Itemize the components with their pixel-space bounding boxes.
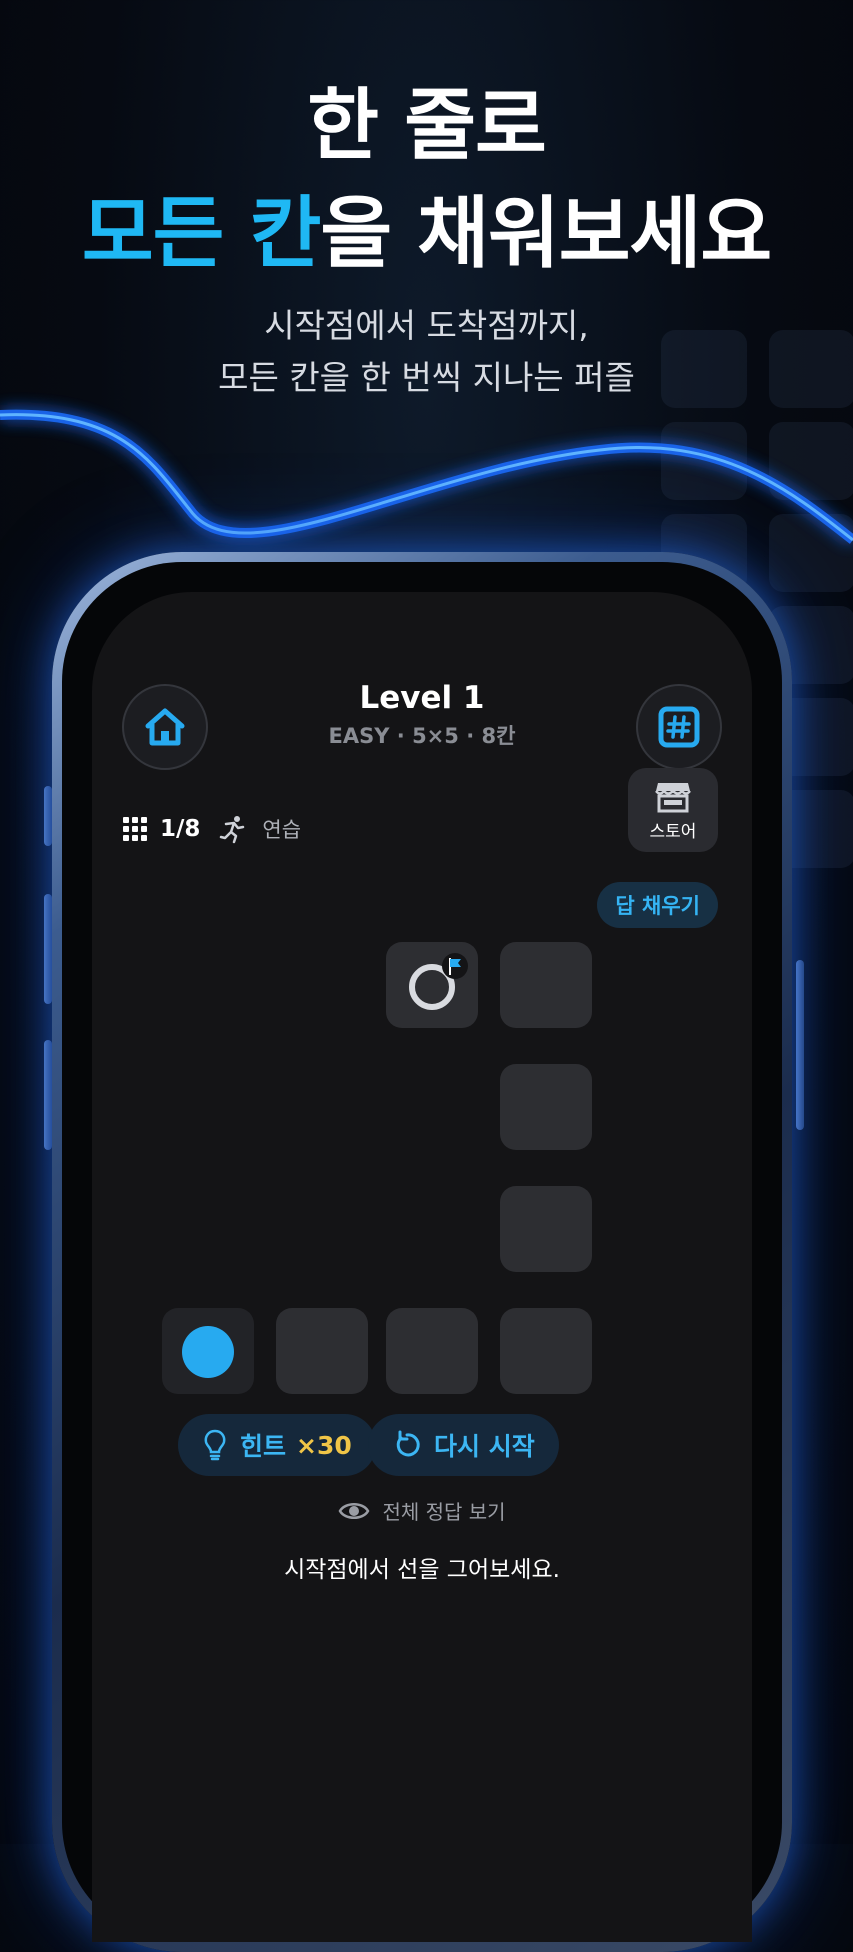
phone-frame: Level 1 EASY · 5×5 · 8칸 1/8 연습 스토어 답 채우기… (52, 552, 792, 1952)
mode-label: 연습 (262, 818, 302, 842)
restart-icon (396, 1430, 420, 1457)
hint-button[interactable]: 힌트 ×30 (178, 1414, 376, 1476)
phone-side-button (796, 960, 804, 1130)
show-answer-label: 전체 정답 보기 (382, 1500, 506, 1524)
instruction-message: 시작점에서 선을 그어보세요. (284, 1557, 560, 1583)
storefront-icon (655, 782, 691, 812)
store-button[interactable]: 스토어 (628, 768, 718, 852)
board-cell-start[interactable] (162, 1308, 254, 1394)
start-dot (182, 1326, 234, 1378)
grid-dots-icon (123, 817, 147, 841)
phone-bezel: Level 1 EASY · 5×5 · 8칸 1/8 연습 스토어 답 채우기… (62, 562, 782, 1942)
phone-side-button (44, 786, 52, 846)
board-cell[interactable] (500, 1308, 592, 1394)
store-label: 스토어 (649, 821, 697, 842)
hero-accent-text: 모든 칸 (81, 189, 321, 279)
hero-headline: 한 줄로 모든 칸을 채워보세요 (0, 72, 853, 288)
eye-icon (339, 1502, 370, 1519)
hint-count: ×30 (296, 1430, 352, 1460)
end-ring-icon (409, 953, 468, 1010)
fill-answer-button[interactable]: 답 채우기 (597, 882, 718, 928)
restart-button[interactable]: 다시 시작 (368, 1414, 559, 1476)
restart-label: 다시 시작 (434, 1432, 535, 1461)
board-cell[interactable] (500, 1186, 592, 1272)
progress-count: 1/8 (160, 816, 201, 842)
board-cell[interactable] (276, 1308, 368, 1394)
stats-bar: 1/8 연습 (122, 814, 301, 844)
hint-label: 힌트 (240, 1432, 287, 1461)
level-select-button[interactable] (636, 684, 722, 770)
hero-line-1: 한 줄로 (307, 81, 546, 171)
app-screen: Level 1 EASY · 5×5 · 8칸 1/8 연습 스토어 답 채우기… (92, 592, 752, 1942)
hero-sub-1: 시작점에서 도착점까지, (264, 306, 589, 345)
hashtag-icon (658, 706, 700, 748)
phone-side-button (44, 894, 52, 1004)
board-cell[interactable] (500, 1064, 592, 1150)
board-cell[interactable] (500, 942, 592, 1028)
board-cell[interactable] (386, 1308, 478, 1394)
board-cell-end[interactable] (386, 942, 478, 1028)
lightbulb-icon (204, 1429, 226, 1461)
hero-subheading: 시작점에서 도착점까지, 모든 칸을 한 번씩 지나는 퍼즐 (0, 300, 853, 404)
running-person-icon (220, 816, 245, 844)
hero-line-2: 모든 칸을 채워보세요 (0, 180, 853, 288)
hero-sub-2: 모든 칸을 한 번씩 지나는 퍼즐 (218, 358, 635, 397)
hero-line-2-rest: 을 채워보세요 (320, 189, 772, 279)
show-answer-link[interactable]: 전체 정답 보기 (92, 1496, 752, 1525)
phone-side-button (44, 1040, 52, 1150)
